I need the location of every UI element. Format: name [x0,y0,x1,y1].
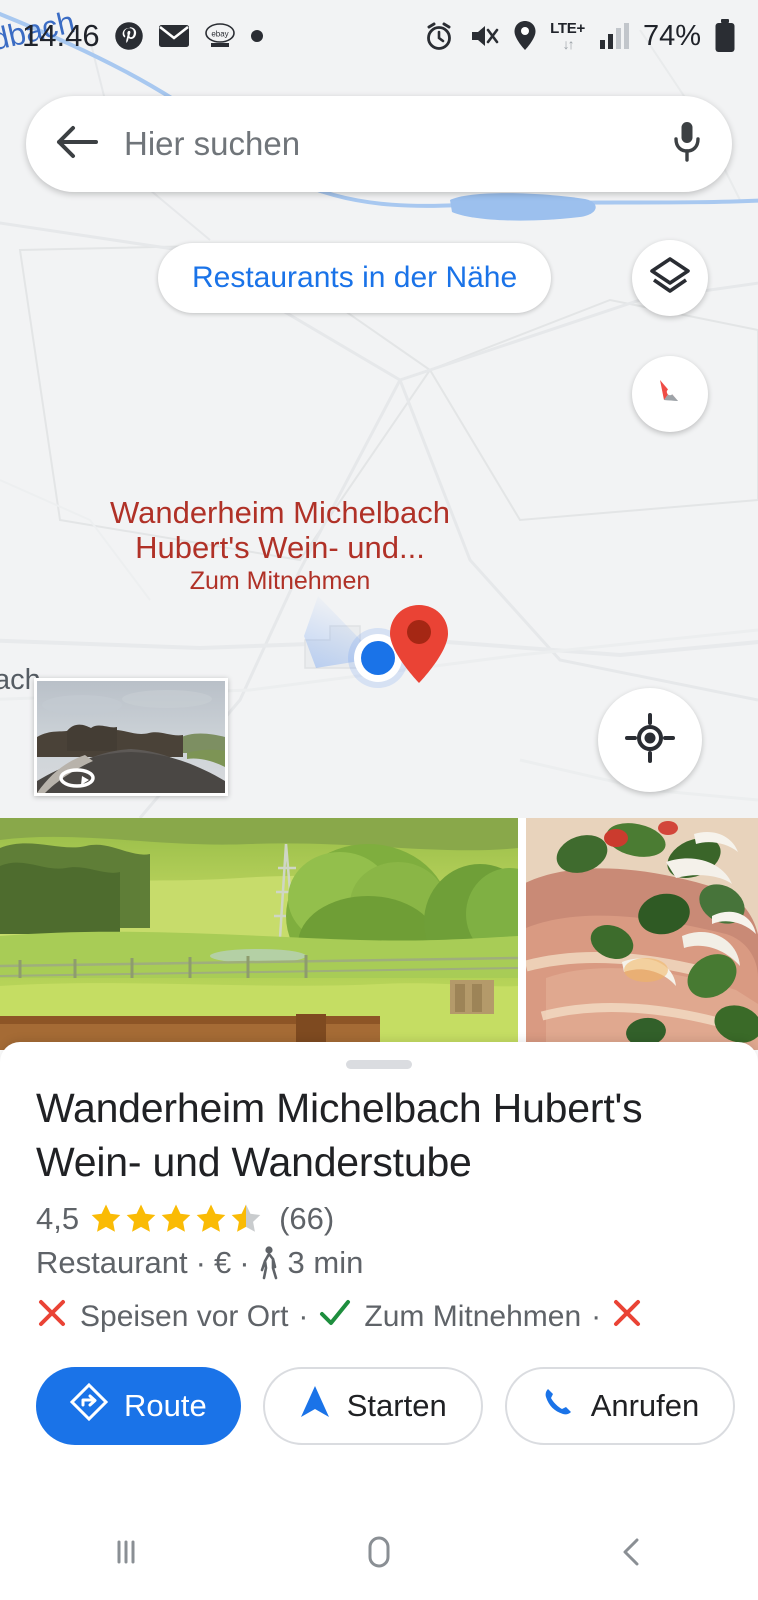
my-location-button[interactable] [598,688,702,792]
attribute-takeaway: Zum Mitnehmen [318,1297,581,1337]
directions-icon [69,1383,109,1429]
back-icon [612,1532,652,1577]
phone-screen: Wanderheim Michelbach Hubert's Wein- und… [0,0,758,1600]
call-button[interactable]: Anrufen [504,1367,736,1446]
start-navigation-button[interactable]: Starten [262,1367,483,1446]
home-button[interactable] [253,1530,506,1579]
status-bar-right: LTE+ ↓↑ 74% [423,19,736,53]
review-count[interactable]: (66) [279,1201,334,1237]
walking-icon [258,1246,280,1280]
phone-icon [541,1385,575,1427]
place-price-level: € [213,1245,232,1281]
compass-icon [648,370,692,419]
attribute-takeaway-label: Zum Mitnehmen [364,1300,582,1334]
attribute-dine-in-label: Speisen vor Ort [80,1300,289,1334]
alarm-icon [423,20,455,52]
attribute-delivery [611,1297,655,1337]
microphone-icon[interactable] [672,120,702,169]
search-bar[interactable]: Hier suchen [26,96,732,192]
star-icon [161,1204,191,1232]
walk-time: 3 min [287,1245,364,1281]
network-type-indicator: LTE+ ↓↑ [550,20,585,52]
navigation-arrow-icon [299,1384,331,1428]
dot-icon [250,29,264,43]
place-category: Restaurant [36,1245,188,1281]
start-button-label: Starten [346,1388,447,1424]
mute-icon [468,21,500,51]
food-photo-image [526,818,758,1050]
attr-separator-1: · [298,1300,309,1334]
star-rating [89,1202,263,1236]
chip-label: Restaurants in der Nähe [192,261,518,294]
battery-icon [714,19,736,53]
landscape-photo-image [0,818,518,1050]
status-time: 14.46 [22,18,100,53]
my-location-icon [625,712,675,768]
route-button-label: Route [124,1388,207,1424]
check-icon [318,1297,352,1337]
home-icon [357,1530,401,1579]
cross-icon [611,1297,643,1337]
battery-percent: 74% [642,19,701,52]
landscape-meadow-photo[interactable] [0,818,518,1050]
map-canvas[interactable]: Wanderheim Michelbach Hubert's Wein- und… [0,0,758,818]
status-bar: 14.46 ebay LTE+ ↓↑ 74% [0,0,758,72]
rating-row[interactable]: 4,5 (66) [36,1201,722,1237]
back-button[interactable] [505,1532,758,1577]
place-attributes-row: Speisen vor Ort · Zum Mitnehmen · [36,1297,722,1337]
back-arrow-icon[interactable] [56,124,98,165]
star-icon [91,1204,121,1232]
route-button[interactable]: Route [36,1367,241,1446]
chip-nearby-restaurants[interactable]: Restaurants in der Nähe [158,243,552,313]
recents-icon [106,1532,146,1577]
recents-button[interactable] [0,1532,253,1577]
place-meta-row: Restaurant · € · 3 min [36,1245,722,1281]
location-icon [513,20,537,52]
call-button-label: Anrufen [590,1388,700,1424]
attr-separator-2: · [591,1300,602,1334]
meta-separator-1: · [195,1245,206,1281]
meta-separator-2: · [239,1245,250,1281]
email-icon [158,23,190,49]
star-icon [126,1204,156,1232]
map-layers-button[interactable] [632,240,708,316]
layers-icon [648,254,692,303]
food-closeup-photo[interactable] [526,818,758,1050]
sheet-drag-handle[interactable] [346,1060,412,1069]
attribute-dine-in: Speisen vor Ort [36,1297,288,1337]
svg-text:ebay: ebay [211,30,228,39]
ebay-icon: ebay [204,21,236,51]
star-half-icon [231,1204,261,1232]
star-icon [196,1204,226,1232]
status-bar-left: 14.46 ebay [22,18,264,54]
streetview-image [37,681,225,793]
place-photo-strip[interactable] [0,818,758,1050]
signal-icon [598,21,630,51]
cross-icon [36,1297,68,1337]
pinterest-icon [114,21,144,51]
system-navigation-bar [0,1508,758,1600]
search-input[interactable]: Hier suchen [124,125,672,163]
place-title: Wanderheim Michelbach Hubert's Wein- und… [36,1085,643,1186]
action-buttons-row: Route Starten Anrufen [36,1367,736,1446]
map-compass-button[interactable] [632,356,708,432]
streetview-thumbnail[interactable] [34,678,228,796]
rating-value: 4,5 [36,1201,80,1237]
map-pin-marker[interactable] [388,603,450,685]
